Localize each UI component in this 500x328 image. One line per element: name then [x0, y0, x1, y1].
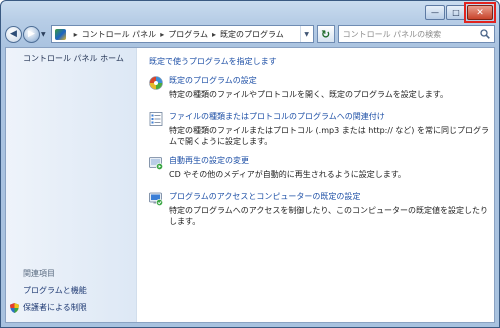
change-autoplay-link[interactable]: 自動再生の設定の変更	[169, 155, 489, 167]
task-default-programs: 既定のプログラムの設定 特定の種類のファイルやプロトコルを開く、既定のプログラム…	[149, 75, 489, 100]
minimize-button[interactable]: —	[425, 5, 445, 20]
shield-icon	[10, 302, 19, 313]
task-program-access: プログラムのアクセスとコンピューターの既定の設定 特定のプログラムへのアクセスを…	[149, 191, 489, 227]
breadcrumb-control-panel[interactable]: コントロール パネル	[82, 29, 157, 40]
program-access-defaults-link[interactable]: プログラムのアクセスとコンピューターの既定の設定	[169, 191, 489, 203]
task-description: 特定の種類のファイルまたはプロトコル (.mp3 または http:// など)…	[169, 126, 489, 146]
breadcrumb-separator[interactable]: ▸	[212, 30, 216, 39]
breadcrumb-separator[interactable]: ▸	[160, 30, 164, 39]
autoplay-icon	[149, 157, 163, 170]
task-file-association: ファイルの種類またはプロトコルのプログラムへの関連付け 特定の種類のファイルまた…	[149, 111, 489, 147]
back-button[interactable]: ◀	[5, 25, 22, 43]
task-autoplay: 自動再生の設定の変更 CD やその他のメディアが自動的に再生されるように設定しま…	[149, 155, 489, 180]
control-panel-icon	[54, 28, 66, 40]
forward-button[interactable]: ▶	[23, 25, 40, 43]
task-description: CD やその他のメディアが自動的に再生されるように設定します。	[169, 170, 406, 179]
content-area: コントロール パネル ホーム 関連項目 プログラムと機能 保護者による制限 既定…	[5, 47, 495, 323]
refresh-icon: ↻	[321, 27, 331, 41]
recent-pages-dropdown[interactable]: ▼	[41, 31, 46, 38]
search-placeholder: コントロール パネルの検索	[342, 29, 442, 39]
task-description: 特定のプログラムへのアクセスを制御したり、このコンピューターの既定値を設定したり…	[169, 206, 489, 226]
breadcrumb-default-programs[interactable]: 既定のプログラム	[220, 29, 284, 40]
set-default-programs-link[interactable]: 既定のプログラムの設定	[169, 75, 489, 87]
task-description: 特定の種類のファイルやプロトコルを開く、既定のプログラムを設定します。	[169, 90, 448, 99]
back-arrow-icon: ◀	[10, 29, 17, 39]
breadcrumb-separator[interactable]: ▸	[74, 30, 78, 39]
page-title: 既定で使うプログラムを指定します	[149, 57, 277, 66]
search-icon[interactable]	[480, 29, 490, 39]
related-heading: 関連項目	[23, 269, 55, 278]
address-bar[interactable]: ▸ コントロール パネル ▸ プログラム ▸ 既定のプログラム ▼	[50, 25, 314, 43]
search-box[interactable]: コントロール パネルの検索	[337, 25, 495, 43]
parental-controls-label: 保護者による制限	[23, 303, 87, 312]
forward-arrow-icon: ▶	[28, 29, 35, 39]
parental-controls-link[interactable]: 保護者による制限	[10, 302, 87, 313]
file-association-icon	[149, 112, 163, 126]
refresh-button[interactable]: ↻	[316, 25, 335, 43]
breadcrumb-programs[interactable]: プログラム	[168, 29, 208, 40]
maximize-button[interactable]: □	[446, 5, 466, 20]
navigation-bar: ◀ ▶ ▼ ▸ コントロール パネル ▸ プログラム ▸ 既定のプログラム ▼ …	[5, 23, 495, 45]
default-programs-icon	[149, 76, 163, 90]
close-button[interactable]: ✕	[467, 5, 493, 20]
program-access-icon	[149, 192, 163, 206]
explorer-window: — □ ✕ ◀ ▶ ▼ ▸ コントロール パネル ▸ プログラム ▸ 既定のプロ…	[0, 0, 500, 328]
sidebar: コントロール パネル ホーム 関連項目 プログラムと機能 保護者による制限	[6, 48, 137, 322]
associate-file-type-link[interactable]: ファイルの種類またはプロトコルのプログラムへの関連付け	[169, 111, 489, 123]
programs-and-features-link[interactable]: プログラムと機能	[23, 285, 87, 296]
main-panel: 既定で使うプログラムを指定します 既定のプログラムの設定 特定の種類のファイルや…	[137, 48, 494, 322]
address-dropdown[interactable]: ▼	[299, 26, 313, 42]
caption-buttons: — □ ✕	[424, 5, 493, 21]
control-panel-home-link[interactable]: コントロール パネル ホーム	[23, 53, 124, 64]
